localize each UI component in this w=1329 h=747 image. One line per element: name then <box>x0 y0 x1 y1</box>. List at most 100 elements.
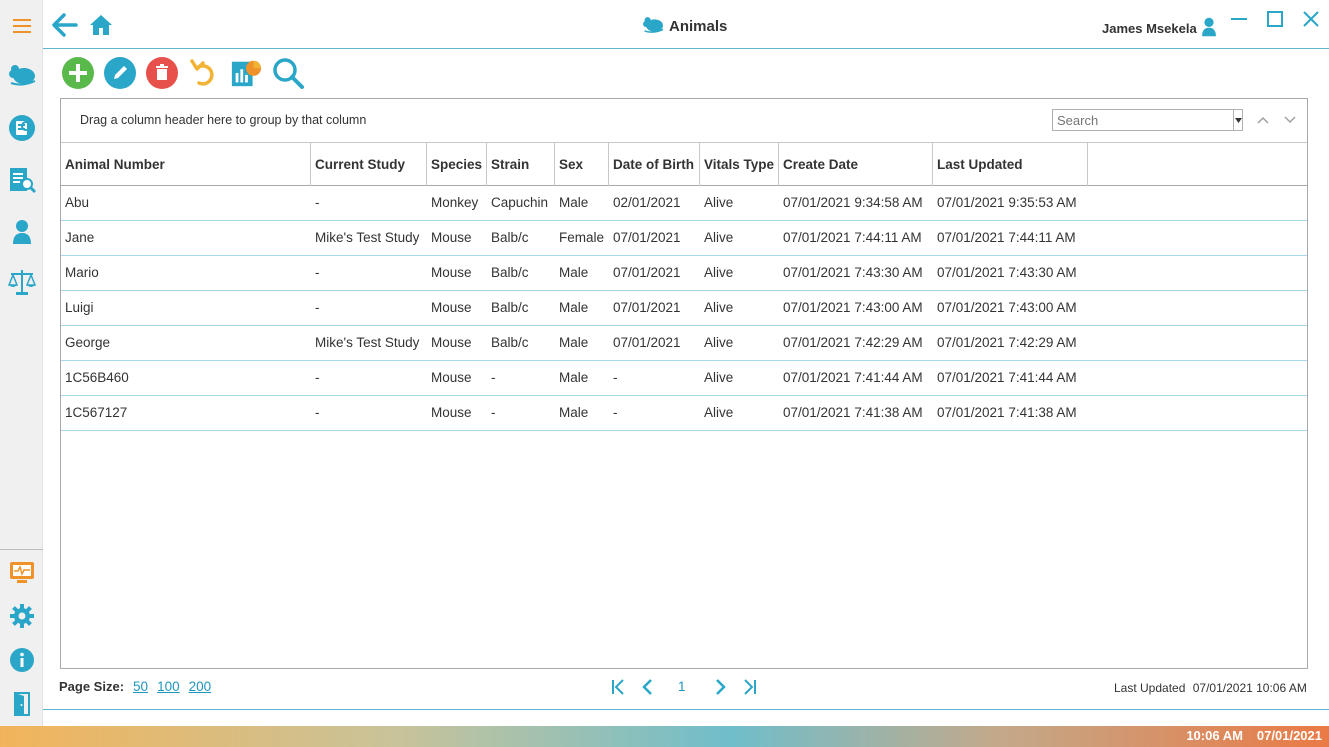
status-time: 10:06 AM <box>1186 728 1243 743</box>
cell-sex: Male <box>559 405 589 420</box>
delete-icon <box>146 57 178 89</box>
delete-button[interactable] <box>146 57 178 89</box>
sidebar-separator <box>0 549 43 550</box>
mouse-icon[interactable] <box>0 56 43 92</box>
cell-date-of-birth: 07/01/2021 <box>613 300 681 315</box>
previous-page-button[interactable] <box>638 677 656 697</box>
table-row[interactable]: Luigi - Mouse Balb/c Male 07/01/2021 Ali… <box>61 291 1307 326</box>
cell-create-date: 07/01/2021 7:43:30 AM <box>783 265 923 280</box>
column-header-vitals-type[interactable]: Vitals Type <box>700 143 779 186</box>
previous-match-button[interactable] <box>1255 111 1271 129</box>
search-button[interactable] <box>272 57 304 89</box>
pager-divider <box>43 709 1329 710</box>
column-header-species[interactable]: Species <box>427 143 487 186</box>
column-header-current-study[interactable]: Current Study <box>311 143 427 186</box>
next-page-button[interactable] <box>712 677 730 697</box>
page-size-100[interactable]: 100 <box>157 679 180 694</box>
cell-species: Mouse <box>431 335 472 350</box>
column-header-create-date[interactable]: Create Date <box>779 143 933 186</box>
status-bar: 10:06 AM 07/01/2021 <box>0 726 1329 747</box>
grid-search[interactable] <box>1052 109 1243 131</box>
cell-vitals-type: Alive <box>704 370 734 385</box>
title-bar: Animals James Msekela <box>43 0 1329 49</box>
cell-sex: Male <box>559 370 589 385</box>
table-row[interactable]: Mario - Mouse Balb/c Male 07/01/2021 Ali… <box>61 256 1307 291</box>
cell-strain: - <box>491 405 496 420</box>
cell-animal-number: George <box>65 335 111 350</box>
monitor-icon[interactable] <box>0 554 43 590</box>
column-header-sex[interactable]: Sex <box>555 143 609 186</box>
cell-strain: Balb/c <box>491 335 529 350</box>
column-header-strain[interactable]: Strain <box>487 143 555 186</box>
sidebar <box>0 0 43 726</box>
column-header-date-of-birth[interactable]: Date of Birth <box>609 143 700 186</box>
table-row[interactable]: 1C56B460 - Mouse - Male - Alive 07/01/20… <box>61 361 1307 396</box>
gear-icon[interactable] <box>0 598 43 634</box>
search-input[interactable] <box>1053 110 1233 130</box>
last-page-button[interactable] <box>741 677 759 697</box>
minimize-button[interactable] <box>1228 8 1250 30</box>
undo-button[interactable] <box>188 57 220 89</box>
table-row[interactable]: Jane Mike's Test Study Mouse Balb/c Fema… <box>61 221 1307 256</box>
cell-vitals-type: Alive <box>704 405 734 420</box>
report-chart-button[interactable] <box>230 57 262 89</box>
report-search-icon[interactable] <box>0 162 43 198</box>
arrow-left-icon[interactable] <box>52 13 78 42</box>
animals-grid: Drag a column header here to group by th… <box>60 98 1308 669</box>
page-title: Animals <box>641 14 727 38</box>
table-row[interactable]: 1C567127 - Mouse - Male - Alive 07/01/20… <box>61 396 1307 431</box>
chevron-right-icon <box>716 679 726 695</box>
search-icon <box>273 58 304 89</box>
close-button[interactable] <box>1300 8 1322 30</box>
user-icon[interactable] <box>0 214 43 250</box>
table-row[interactable]: Abu - Monkey Capuchin Male 02/01/2021 Al… <box>61 186 1307 221</box>
cell-vitals-type: Alive <box>704 195 734 210</box>
cell-species: Mouse <box>431 265 472 280</box>
column-header-animal-number[interactable]: Animal Number <box>61 143 311 186</box>
column-header-last-updated[interactable]: Last Updated <box>933 143 1088 186</box>
cell-last-updated: 07/01/2021 7:43:00 AM <box>937 300 1077 315</box>
edit-button[interactable] <box>104 57 136 89</box>
cell-species: Mouse <box>431 300 472 315</box>
cell-last-updated: 07/01/2021 7:42:29 AM <box>937 335 1077 350</box>
cell-date-of-birth: 02/01/2021 <box>613 195 681 210</box>
cell-strain: - <box>491 370 496 385</box>
current-page[interactable]: 1 <box>678 679 686 694</box>
cell-sex: Male <box>559 195 589 210</box>
cell-date-of-birth: 07/01/2021 <box>613 230 681 245</box>
cell-last-updated: 07/01/2021 7:41:38 AM <box>937 405 1077 420</box>
hamburger-icon[interactable] <box>0 8 43 44</box>
page-size-50[interactable]: 50 <box>133 679 148 694</box>
cell-create-date: 07/01/2021 9:34:58 AM <box>783 195 923 210</box>
study-icon[interactable] <box>0 110 43 146</box>
table-row[interactable]: George Mike's Test Study Mouse Balb/c Ma… <box>61 326 1307 361</box>
maximize-button[interactable] <box>1264 8 1286 30</box>
cell-sex: Male <box>559 265 589 280</box>
grid-header: Animal Number Current Study Species Stra… <box>61 142 1307 186</box>
cell-sex: Male <box>559 300 589 315</box>
first-page-button[interactable] <box>609 677 627 697</box>
user-icon <box>1201 17 1217 40</box>
next-match-button[interactable] <box>1282 111 1298 129</box>
page-size-selector: Page Size: 50 100 200 <box>59 679 211 694</box>
cell-date-of-birth: - <box>613 405 618 420</box>
page-size-200[interactable]: 200 <box>189 679 212 694</box>
last-page-icon <box>744 679 756 695</box>
scales-icon[interactable] <box>0 264 43 300</box>
cell-animal-number: Jane <box>65 230 95 245</box>
cell-date-of-birth: - <box>613 370 618 385</box>
page-title-text: Animals <box>669 17 728 35</box>
cell-create-date: 07/01/2021 7:44:11 AM <box>783 230 922 245</box>
cell-vitals-type: Alive <box>704 230 734 245</box>
search-dropdown-button[interactable] <box>1233 110 1242 130</box>
user-account[interactable]: James Msekela <box>1102 17 1217 40</box>
last-updated-info: Last Updated 07/01/2021 10:06 AM <box>1114 681 1307 695</box>
cell-strain: Balb/c <box>491 265 529 280</box>
add-button[interactable] <box>62 57 94 89</box>
cell-date-of-birth: 07/01/2021 <box>613 335 681 350</box>
home-icon[interactable] <box>89 14 113 41</box>
chevron-down-icon <box>1284 116 1296 124</box>
chevron-left-icon <box>642 679 652 695</box>
cell-species: Mouse <box>431 405 472 420</box>
cell-animal-number: Luigi <box>65 300 94 315</box>
